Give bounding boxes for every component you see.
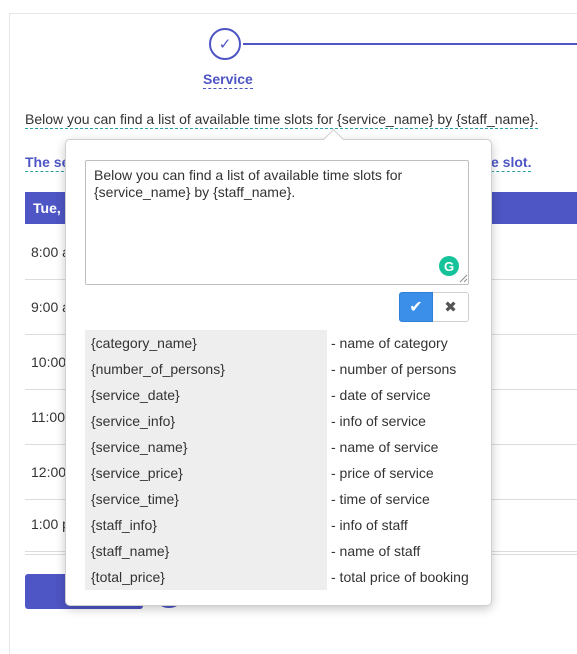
hint-text-end[interactable]: e slot. xyxy=(491,154,532,172)
time-slot-label: 10:00 xyxy=(31,354,67,370)
code-description: - number of persons xyxy=(331,361,457,377)
time-slot-label: 11:00 xyxy=(31,409,65,425)
code-description: - name of service xyxy=(331,439,439,455)
progress-line xyxy=(243,43,577,45)
code-name: {category_name} xyxy=(85,330,327,356)
code-row: {service_time} - time of service xyxy=(85,486,469,512)
time-slot-label: 12:00 xyxy=(31,464,67,480)
code-row: {service_info} - info of service xyxy=(85,408,469,434)
code-name: {total_price} xyxy=(85,564,327,590)
code-description: - price of service xyxy=(331,465,434,481)
code-description: - info of staff xyxy=(331,517,408,533)
code-row: {service_date} - date of service xyxy=(85,382,469,408)
code-name: {staff_name} xyxy=(85,538,327,564)
save-button[interactable]: ✔ xyxy=(399,292,433,322)
code-name: {staff_info} xyxy=(85,512,327,538)
code-description: - name of staff xyxy=(331,543,421,559)
code-row: {number_of_persons} - number of persons xyxy=(85,356,469,382)
code-name: {service_date} xyxy=(85,382,327,408)
codes-table: {category_name} - name of category {numbe… xyxy=(85,330,469,590)
code-name: {service_name} xyxy=(85,434,327,460)
close-icon: ✖ xyxy=(444,299,457,316)
cancel-button[interactable]: ✖ xyxy=(433,292,469,322)
code-name: {service_info} xyxy=(85,408,327,434)
day-column-label: Tue, I xyxy=(33,200,69,216)
code-description: - date of service xyxy=(331,387,431,403)
code-row: {service_price} - price of service xyxy=(85,460,469,486)
code-row: {staff_name} - name of staff xyxy=(85,538,469,564)
checkmark-icon: ✔ xyxy=(409,299,423,316)
code-description: - time of service xyxy=(331,491,430,507)
step-label-service[interactable]: Service xyxy=(203,71,253,89)
text-editor-field[interactable]: Below you can find a list of available t… xyxy=(85,160,469,285)
code-row: {category_name} - name of category xyxy=(85,330,469,356)
code-row: {staff_info} - info of staff xyxy=(85,512,469,538)
grammarly-icon[interactable]: G xyxy=(439,256,459,276)
code-row: {total_price} - total price of booking xyxy=(85,564,469,590)
code-description: - name of category xyxy=(331,335,448,351)
code-description: - total price of booking xyxy=(331,569,469,585)
code-description: - info of service xyxy=(331,413,426,429)
code-name: {service_price} xyxy=(85,460,327,486)
resize-handle-icon[interactable] xyxy=(459,274,468,283)
code-name: {number_of_persons} xyxy=(85,356,327,382)
code-editor-popover: Below you can find a list of available t… xyxy=(65,128,492,606)
code-row: {service_name} - name of service xyxy=(85,434,469,460)
code-name: {service_time} xyxy=(85,486,327,512)
step-complete-icon: ✓ xyxy=(209,28,241,60)
info-text[interactable]: Below you can find a list of available t… xyxy=(25,110,539,129)
hint-text-start[interactable]: The se xyxy=(25,154,70,172)
